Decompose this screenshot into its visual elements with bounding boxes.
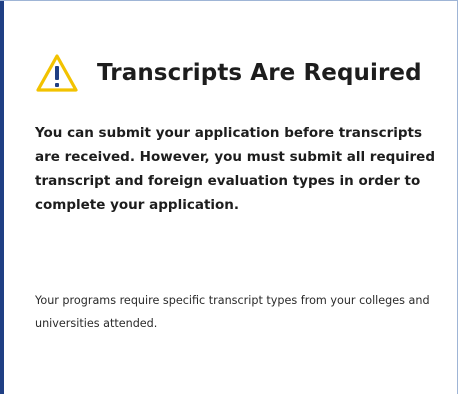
- alert-title: Transcripts Are Required: [97, 60, 422, 86]
- alert-note: Your programs require specific transcrip…: [35, 294, 430, 330]
- alert-message: You can submit your application before t…: [35, 125, 435, 213]
- transcripts-alert-panel: Transcripts Are Required You can submit …: [0, 0, 458, 394]
- alert-header: Transcripts Are Required: [35, 52, 422, 94]
- warning-icon: [36, 54, 78, 92]
- alert-left-border: [0, 1, 4, 394]
